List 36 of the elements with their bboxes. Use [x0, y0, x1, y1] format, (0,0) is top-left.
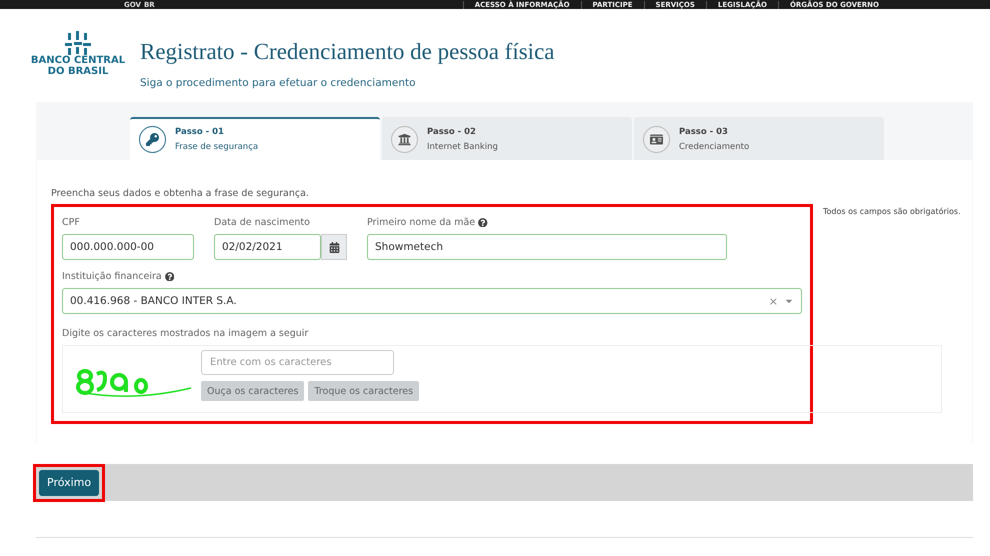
institution-select[interactable]: 00.416.968 - BANCO INTER S.A. ×	[62, 288, 802, 314]
date-field[interactable]: 02/02/2021	[214, 234, 321, 260]
page-subtitle: Siga o procedimento para efetuar o credenciamento	[140, 77, 417, 89]
page-title: Registrato - Credenciamento de pessoa física	[140, 39, 554, 65]
step-label: Credenciamento	[679, 142, 750, 152]
bank-icon	[391, 126, 418, 153]
captcha-input[interactable]: Entre com os caracteres	[201, 350, 394, 375]
clear-button[interactable]: ×	[768, 294, 778, 308]
captcha-button[interactable]: Ouça os caracteres	[201, 381, 304, 401]
help-icon[interactable]	[478, 218, 488, 228]
step-label: Frase de segurança	[175, 142, 258, 152]
step-tab[interactable]: Passo - 02 Internet Banking	[382, 117, 632, 160]
bank-logo-icon	[65, 31, 91, 55]
step-number: Passo - 02	[427, 127, 477, 137]
field-label: Digite os caracteres mostrados na imagem a seguir	[62, 328, 310, 339]
cpf-field[interactable]: 000.000.000-00	[62, 234, 194, 260]
field-label: CPF	[62, 217, 81, 228]
step-tab[interactable]: Passo - 03 Credenciamento	[634, 117, 884, 160]
bank-logo-text: DO BRASIL	[48, 66, 108, 77]
required-note: Todos os campos são obrigatórios.	[823, 207, 961, 218]
intro-text: Preencha seus dados e obtenha a frase de segurança.	[51, 188, 310, 199]
field-label: Data de nascimento	[214, 217, 311, 228]
card-icon	[643, 126, 670, 153]
field-label: Instituição financeira	[62, 271, 162, 282]
step-label: Internet Banking	[427, 142, 498, 152]
key-icon	[139, 126, 166, 153]
help-icon[interactable]	[164, 272, 174, 282]
bank-logo-text: BANCO CENTRAL	[30, 55, 126, 66]
step-tab[interactable]: Passo - 01 Frase de segurança	[130, 117, 380, 160]
captcha-button[interactable]: Troque os caracteres	[308, 381, 420, 401]
next-button[interactable]: Próximo	[39, 470, 100, 496]
field-label: Primeiro nome da mãe	[367, 217, 476, 228]
step-number: Passo - 01	[175, 127, 225, 137]
calendar-icon[interactable]	[321, 234, 347, 260]
mother-name-field[interactable]: Showmetech	[367, 234, 727, 260]
step-number: Passo - 03	[679, 127, 729, 137]
